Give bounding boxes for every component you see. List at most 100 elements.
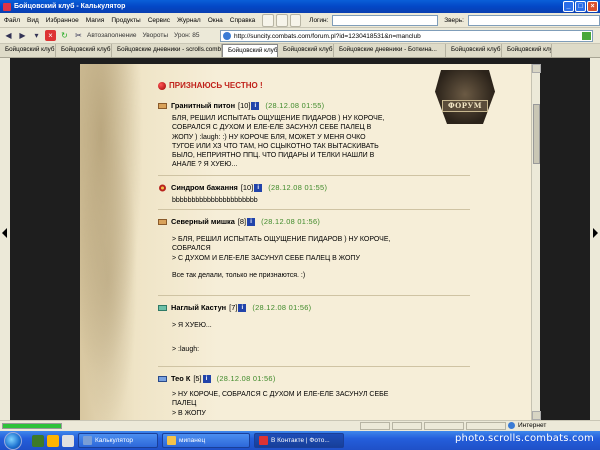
- tab-4[interactable]: Бойцовский клуб: [222, 44, 278, 57]
- arrow-left-icon: [2, 228, 7, 238]
- scroll-down-icon[interactable]: [532, 411, 541, 420]
- tab-6[interactable]: Бойцовские дневники - Боткина...: [334, 44, 446, 57]
- close-button[interactable]: ×: [587, 1, 598, 12]
- post-date: (28.12.08 01:56): [252, 303, 312, 312]
- start-button[interactable]: [4, 431, 22, 450]
- maximize-button[interactable]: □: [575, 1, 586, 12]
- info-icon[interactable]: i: [251, 101, 260, 110]
- post-line: СОБРАЛСЯ: [172, 245, 211, 253]
- scroll-thumb[interactable]: [533, 104, 540, 164]
- menu-windows[interactable]: Окна: [208, 17, 223, 24]
- menu-file[interactable]: Файл: [4, 17, 20, 24]
- post-level: [8]: [237, 217, 247, 226]
- post-level: [7]: [229, 303, 238, 312]
- post-line: > Я ХУЕЮ...: [172, 322, 212, 329]
- post-body: > НУ КОРОЧЕ, СОБРАЛСЯ С ДУХОМ И ЕЛЕ-ЕЛЕ …: [172, 390, 470, 418]
- post-level: [10]: [240, 183, 254, 192]
- scroll-up-icon[interactable]: [532, 64, 541, 73]
- menu-magic[interactable]: Магия: [86, 17, 105, 24]
- autofill-button[interactable]: Автозаполнение: [87, 32, 137, 39]
- window-controls: _ □ ×: [563, 1, 598, 12]
- task-browser[interactable]: В Контакте | Фото...: [254, 433, 344, 448]
- post-line: АНАЛЕ ? Я ХУЕЮ...: [172, 161, 238, 169]
- media-icon[interactable]: [62, 434, 74, 447]
- post-line: > :laugh:: [172, 346, 200, 354]
- load-progress: [2, 423, 62, 429]
- login-field[interactable]: [332, 14, 439, 26]
- clan-icon: [158, 218, 167, 225]
- post-nick[interactable]: Тео К: [171, 374, 190, 383]
- tab-7[interactable]: Бойцовский клуб: [446, 44, 502, 57]
- calculator-icon: [83, 436, 92, 445]
- post-header: Синдром бажання [10] i (28.12.08 01:55): [158, 182, 470, 193]
- status-cell: [392, 422, 422, 430]
- back-icon[interactable]: ◀: [3, 30, 14, 41]
- folder-icon: [167, 436, 176, 445]
- page-scrollbar[interactable]: [531, 64, 541, 420]
- zone-text: Интернет: [518, 422, 547, 429]
- dodge-button[interactable]: Увороты: [143, 32, 169, 39]
- home-icon[interactable]: [262, 13, 274, 27]
- status-cell: [360, 422, 390, 430]
- post-nick[interactable]: Синдром бажання: [171, 183, 238, 192]
- ie-icon: [223, 32, 231, 40]
- info-icon[interactable]: i: [202, 374, 211, 383]
- post-divider: [158, 175, 470, 176]
- right-panel-toggle[interactable]: [590, 58, 600, 420]
- menu-help[interactable]: Справка: [230, 17, 256, 24]
- post-line: > НУ КОРОЧЕ, СОБРАЛСЯ С ДУХОМ И ЕЛЕ-ЕЛЕ …: [172, 391, 389, 398]
- tools-icon[interactable]: ✂: [73, 30, 84, 41]
- task-calculator[interactable]: Калькулятор: [78, 433, 158, 448]
- info-icon[interactable]: i: [254, 183, 263, 192]
- refresh-icon[interactable]: ↻: [59, 30, 70, 41]
- post-header: Северный мишка [8] i (28.12.08 01:56): [158, 216, 470, 227]
- info-icon[interactable]: i: [247, 217, 256, 226]
- menu-favorites[interactable]: Избранное: [46, 17, 79, 24]
- info-icon[interactable]: i: [238, 303, 247, 312]
- desktop-icon[interactable]: [32, 434, 44, 447]
- smiley-icon[interactable]: [275, 13, 288, 27]
- go-icon[interactable]: [582, 32, 591, 40]
- beast-label: Зверь:: [444, 16, 464, 24]
- left-panel-toggle[interactable]: [0, 58, 10, 420]
- dropdown-icon[interactable]: ▾: [31, 30, 42, 41]
- post-line: БЫЛО, НЕПРИЯТНО ППЦ. ЧТО ПИДАРЫ И ТЕЛКИ …: [172, 152, 375, 160]
- task-folder[interactable]: мипанец: [162, 433, 250, 448]
- menu-view[interactable]: Вид: [27, 17, 39, 24]
- nav-toolbar: ◀ ▶ ▾ × ↻ ✂ Автозаполнение Увороты Урон:…: [0, 28, 600, 44]
- post-header: Тео К [5] i (28.12.08 01:56): [158, 373, 470, 384]
- thread-title-text: ПРИЗНАЮСЬ ЧЕСТНО !: [169, 81, 263, 90]
- address-bar[interactable]: http://suncity.combats.com/forum.pl?id=1…: [220, 30, 593, 42]
- menu-products[interactable]: Продукты: [111, 17, 140, 24]
- tab-8[interactable]: Бойцовский клуб: [502, 44, 552, 57]
- lock-icon[interactable]: [289, 13, 302, 27]
- menu-journal[interactable]: Журнал: [177, 17, 201, 24]
- minimize-button[interactable]: _: [563, 1, 574, 12]
- menu-service[interactable]: Сервис: [148, 17, 170, 24]
- damage-button[interactable]: Урон: 85: [174, 32, 200, 39]
- post-nick[interactable]: Наглый Кастун: [171, 303, 226, 312]
- post-line: БЛЯ, РЕШИЛ ИСПЫТАТЬ ОЩУЩЕНИЕ ПИДАРОВ ) Н…: [172, 115, 385, 122]
- post-line: > С ДУХОМ И ЕЛЕ-ЕЛЕ ЗАСУНУЛ СЕБЕ ПАЛЕЦ В…: [172, 254, 360, 262]
- post-nick[interactable]: Гранитный питон: [171, 101, 235, 110]
- post-level: [5]: [193, 374, 202, 383]
- tab-2[interactable]: Бойцовский клуб: [56, 44, 112, 57]
- red-dot-icon: [158, 81, 166, 90]
- menu-bar: Файл Вид Избранное Магия Продукты Сервис…: [0, 13, 600, 28]
- post-divider: [158, 209, 470, 210]
- tab-bar: Бойцовский клуб Бойцовский клуб Бойцовск…: [0, 44, 600, 58]
- clan-icon: [159, 184, 166, 191]
- tab-5[interactable]: Бойцовский клуб: [278, 44, 334, 57]
- post-body: БЛЯ, РЕШИЛ ИСПЫТАТЬ ОЩУЩЕНИЕ ПИДАРОВ ) Н…: [172, 114, 470, 170]
- tab-1[interactable]: Бойцовский клуб: [0, 44, 56, 57]
- folder-icon[interactable]: [47, 434, 59, 447]
- tab-3[interactable]: Бойцовские дневники - scrolls.combats.co…: [112, 44, 222, 57]
- forum-post: Наглый Кастун [7] i (28.12.08 01:56) > Я…: [158, 302, 470, 355]
- beast-field[interactable]: [467, 14, 600, 26]
- globe-icon: [508, 422, 515, 429]
- stop-icon[interactable]: ×: [45, 30, 56, 41]
- post-nick[interactable]: Северный мишка: [171, 217, 235, 226]
- browser-icon: [259, 436, 268, 445]
- post-header: Гранитный питон [10] i (28.12.08 01:55): [158, 100, 470, 111]
- forward-icon[interactable]: ▶: [17, 30, 28, 41]
